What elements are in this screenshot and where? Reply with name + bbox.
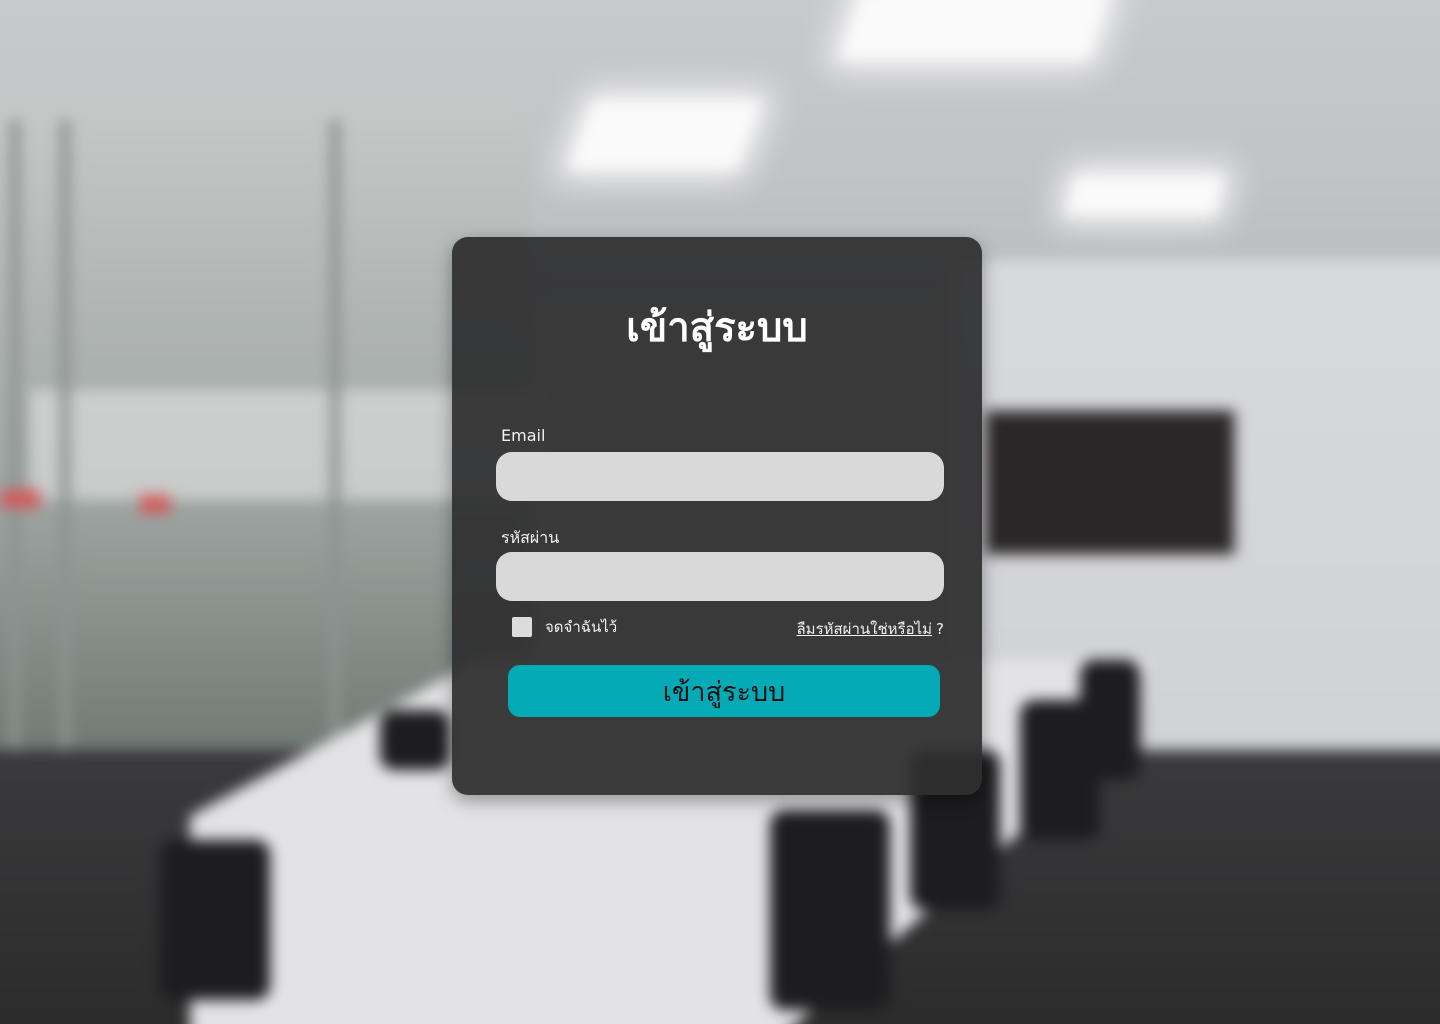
remember-me[interactable]: จดจำฉันไว้ (512, 617, 617, 637)
login-card: เข้าสู่ระบบ Email รหัสผ่าน จดจำฉันไว้ ลื… (452, 237, 982, 795)
forgot-password: ลืมรหัสผ่านใช่หรือไม่ ? (796, 617, 944, 641)
login-button[interactable]: เข้าสู่ระบบ (508, 665, 940, 717)
forgot-password-suffix: ? (936, 620, 944, 638)
remember-me-label: จดจำฉันไว้ (545, 618, 618, 636)
password-label: รหัสผ่าน (501, 528, 560, 547)
forgot-password-link[interactable]: ลืมรหัสผ่านใช่หรือไม่ (796, 617, 932, 641)
remember-me-checkbox[interactable] (512, 617, 532, 637)
password-input[interactable] (496, 552, 944, 601)
wall-tv (985, 410, 1235, 555)
email-input[interactable] (496, 452, 944, 501)
login-title: เข้าสู่ระบบ (626, 305, 808, 351)
email-label: Email (501, 426, 546, 445)
